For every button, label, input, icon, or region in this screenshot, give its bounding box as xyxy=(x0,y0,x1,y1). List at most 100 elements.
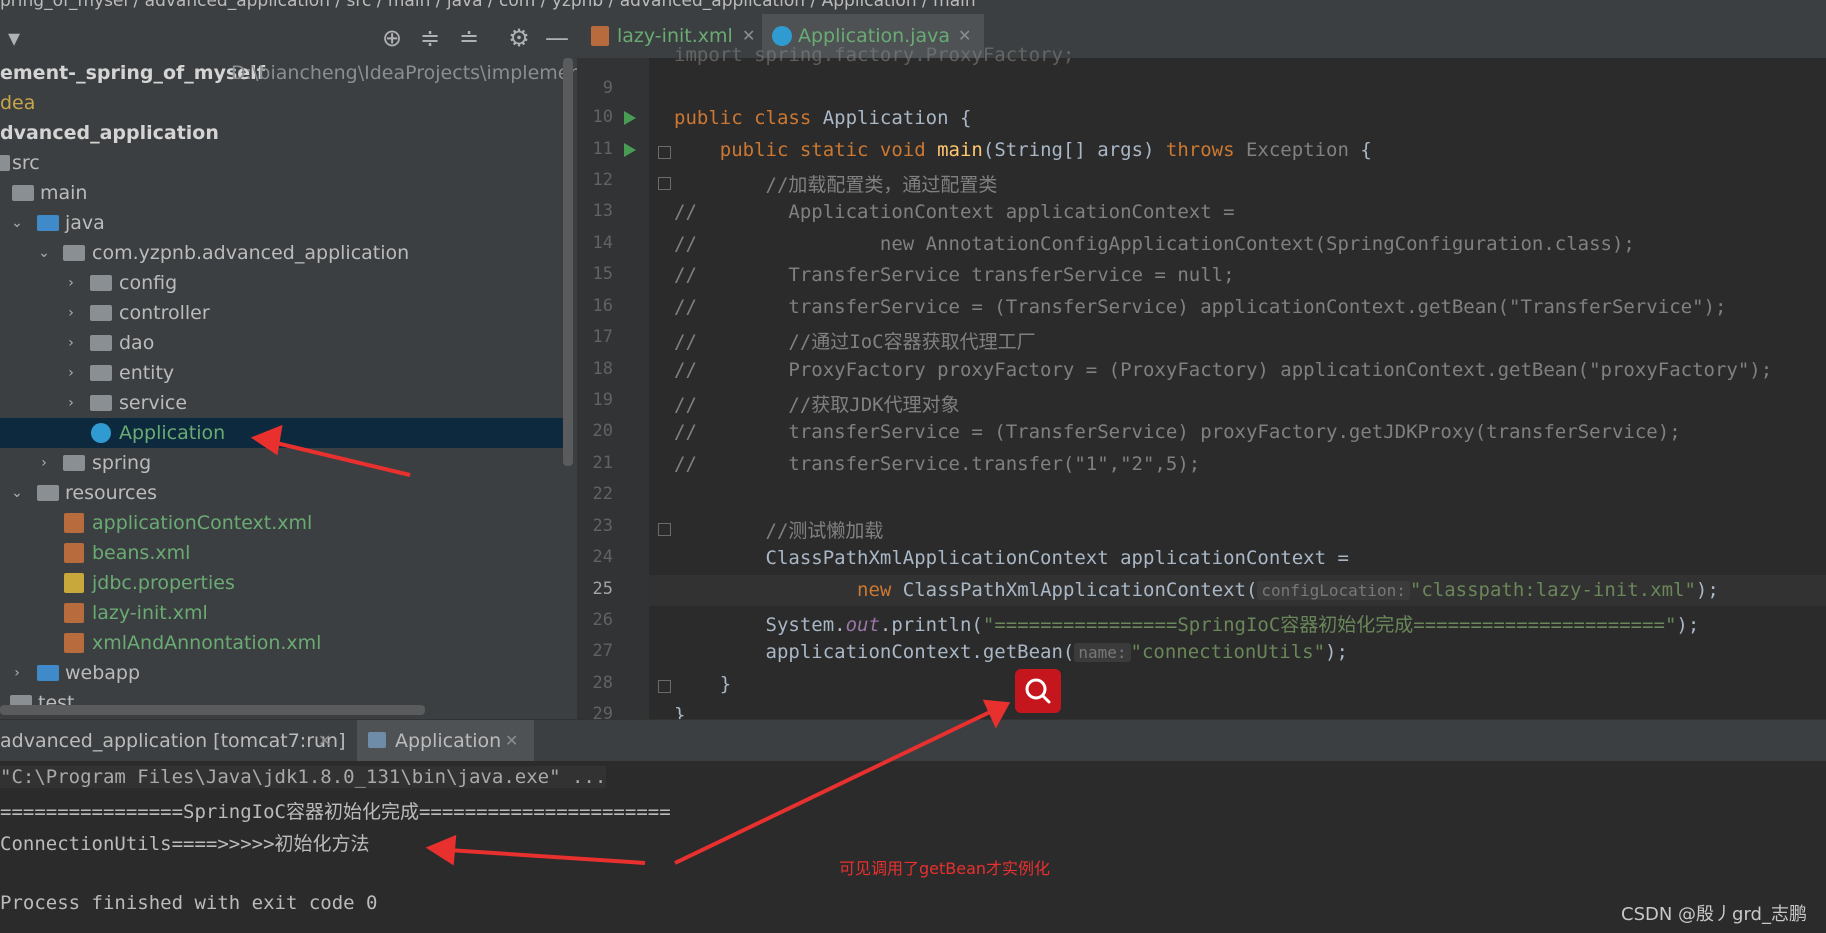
tree-item-entity[interactable]: › entity xyxy=(0,358,560,388)
line-number: 26 xyxy=(592,610,613,630)
code-line-14: // new AnnotationConfigApplicationContex… xyxy=(674,233,1635,255)
console-line: ================SpringIoC容器初始化完成========… xyxy=(0,801,671,823)
folder-icon xyxy=(12,185,34,201)
tree-item-label: java xyxy=(65,212,105,234)
breadcrumb-text[interactable]: pring_of_mysel / advanced_application / … xyxy=(0,0,976,11)
tree-item-label: config xyxy=(119,272,178,294)
dropdown-arrow-icon[interactable]: ▾ xyxy=(0,24,28,52)
tree-item-applicationcontext-xml[interactable]: applicationContext.xml xyxy=(0,508,560,538)
expand-all-icon[interactable]: ≑ xyxy=(416,24,444,52)
chevron-right-icon[interactable]: › xyxy=(8,658,26,688)
code-line-11: public static void main(String[] args) t… xyxy=(674,139,1372,161)
tab-tomcat-run[interactable]: advanced_application [tomcat7:run] ✕ xyxy=(0,720,346,762)
tree-item-lazy-init-xml[interactable]: lazy-init.xml xyxy=(0,598,560,628)
line-number: 14 xyxy=(592,233,613,253)
tree-item-label: entity xyxy=(119,362,175,384)
line-number: 18 xyxy=(592,359,613,379)
code-line-28: } xyxy=(674,673,732,695)
line-number: 9 xyxy=(602,78,613,98)
close-icon[interactable]: ✕ xyxy=(505,720,518,762)
code-line-10: public class Application { xyxy=(674,107,972,129)
tree-item-package[interactable]: ⌄ com.yzpnb.advanced_application xyxy=(0,238,560,268)
tree-item-application[interactable]: Application xyxy=(0,418,563,448)
package-icon xyxy=(90,305,112,321)
chevron-right-icon[interactable]: › xyxy=(62,358,80,388)
line-number: 15 xyxy=(592,264,613,284)
fold-icon[interactable] xyxy=(658,146,671,159)
tree-item-service[interactable]: › service xyxy=(0,388,560,418)
tree-item-label: com.yzpnb.advanced_application xyxy=(92,242,410,264)
run-icon[interactable] xyxy=(624,111,636,125)
code-line-18: // ProxyFactory proxyFactory = (ProxyFac… xyxy=(674,359,1773,381)
spring-xml-icon xyxy=(64,633,84,653)
tree-item-advanced-application[interactable]: dvanced_application xyxy=(0,118,560,148)
line-number: 21 xyxy=(592,453,613,473)
search-icon[interactable] xyxy=(1015,669,1061,713)
project-toolbar: ▾ ⊕ ≑ ≐ ⚙ — xyxy=(0,14,577,64)
tree-item-label: dao xyxy=(119,332,155,354)
tree-item-webapp[interactable]: › webapp xyxy=(0,658,560,688)
tree-item-idea[interactable]: dea xyxy=(0,88,560,118)
tree-item-main[interactable]: main xyxy=(0,178,560,208)
chevron-right-icon[interactable]: › xyxy=(62,268,80,298)
chevron-right-icon[interactable]: › xyxy=(62,388,80,418)
tree-item-jdbc-properties[interactable]: jdbc.properties xyxy=(0,568,560,598)
chevron-down-icon[interactable]: ⌄ xyxy=(8,208,26,238)
fold-icon[interactable] xyxy=(658,523,671,536)
project-horizontal-scrollbar[interactable] xyxy=(0,705,425,715)
tree-item-controller[interactable]: › controller xyxy=(0,298,560,328)
code-line-25: new ClassPathXmlApplicationContext(confi… xyxy=(857,579,1719,601)
hide-icon[interactable]: — xyxy=(543,24,571,52)
tree-item-spring[interactable]: › spring xyxy=(0,448,560,478)
chevron-right-icon[interactable]: › xyxy=(62,328,80,358)
tree-root[interactable]: ement-_spring_of_myself D:\biancheng\Ide… xyxy=(0,58,596,88)
line-number: 20 xyxy=(592,421,613,441)
tree-item-label: beans.xml xyxy=(92,542,191,564)
tree-item-label: applicationContext.xml xyxy=(92,512,313,534)
run-tab-bar: advanced_application [tomcat7:run] ✕ App… xyxy=(0,719,1826,765)
code-line-24: ClassPathXmlApplicationContext applicati… xyxy=(674,547,1349,569)
fold-icon[interactable] xyxy=(658,680,671,693)
fold-icon[interactable] xyxy=(658,177,671,190)
gear-icon[interactable]: ⚙ xyxy=(505,24,533,52)
locate-icon[interactable]: ⊕ xyxy=(378,24,406,52)
project-vertical-scrollbar[interactable] xyxy=(563,58,573,466)
package-icon xyxy=(90,335,112,351)
search-icon-glyph xyxy=(1025,678,1051,704)
tree-item-src[interactable]: src xyxy=(0,148,560,178)
chevron-right-icon[interactable]: › xyxy=(62,298,80,328)
tree-root-name: ement-_spring_of_myself xyxy=(0,62,265,84)
line-number: 28 xyxy=(592,673,613,693)
folder-icon xyxy=(37,215,59,231)
tree-item-label: controller xyxy=(119,302,210,324)
line-number: 19 xyxy=(592,390,613,410)
tree-item-dao[interactable]: › dao xyxy=(0,328,560,358)
code-line-27: applicationContext.getBean(name: "connect… xyxy=(674,641,1348,663)
tree-item-xmlandannontation-xml[interactable]: xmlAndAnnontation.xml xyxy=(0,628,560,658)
parameter-hint: name: xyxy=(1074,643,1131,662)
line-number: 27 xyxy=(592,641,613,661)
code-line-20: // transferService = (TransferService) p… xyxy=(674,421,1681,443)
tree-item-config[interactable]: › config xyxy=(0,268,560,298)
run-icon[interactable] xyxy=(624,143,636,157)
tree-item-label: lazy-init.xml xyxy=(92,602,208,624)
chevron-down-icon[interactable]: ⌄ xyxy=(35,238,53,268)
parameter-hint: configLocation: xyxy=(1257,581,1410,600)
code-line-12: //加载配置类，通过配置类 xyxy=(674,174,998,196)
tab-application-run[interactable]: Application ✕ xyxy=(357,720,534,765)
console-line: Process finished with exit code 0 xyxy=(0,892,378,914)
package-icon xyxy=(63,455,85,471)
tree-item-beans-xml[interactable]: beans.xml xyxy=(0,538,560,568)
close-icon[interactable]: ✕ xyxy=(318,720,331,762)
collapse-all-icon[interactable]: ≐ xyxy=(455,24,483,52)
chevron-down-icon[interactable]: ⌄ xyxy=(8,478,26,508)
line-number: 25 xyxy=(592,579,613,599)
code-line-13: // ApplicationContext applicationContext… xyxy=(674,201,1235,223)
chevron-right-icon[interactable]: › xyxy=(35,448,53,478)
tree-item-resources[interactable]: ⌄ resources xyxy=(0,478,560,508)
code-line-15: // TransferService transferService = nul… xyxy=(674,264,1235,286)
tree-item-java[interactable]: ⌄ java xyxy=(0,208,560,238)
watermark: CSDN @殷丿grd_志鹏 xyxy=(1621,904,1807,925)
package-icon xyxy=(90,365,112,381)
tree-item-label: resources xyxy=(65,482,158,504)
